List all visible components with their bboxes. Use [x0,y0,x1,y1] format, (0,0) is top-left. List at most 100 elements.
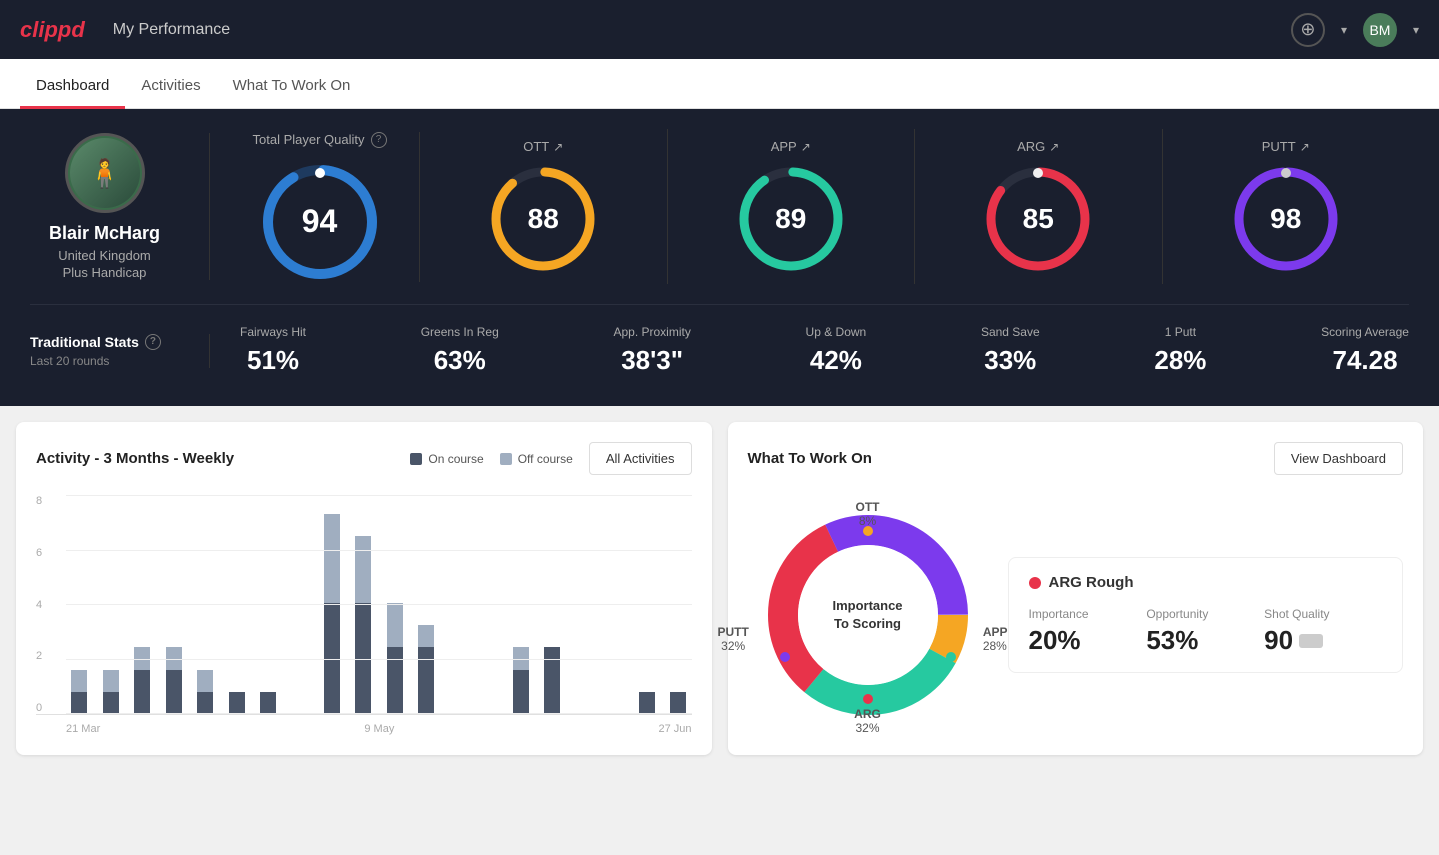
bar-group [539,495,566,714]
stat-scoring-value: 74.28 [1332,345,1397,376]
app-metric: APP ↗ 89 [668,129,916,284]
x-axis-labels: 21 Mar 9 May 27 Jun [36,723,692,735]
bar-on-course [197,692,213,714]
quality-section: Total Player Quality ? 94 OTT [210,129,1409,284]
bar-stack [229,692,245,714]
all-activities-button[interactable]: All Activities [589,442,692,475]
arg-shot-quality-label: Shot Quality [1264,607,1382,621]
activity-legend: On course Off course [410,452,573,466]
bar-group [66,495,93,714]
bar-on-course [134,670,150,714]
bar-group [507,495,534,714]
total-quality: Total Player Quality ? 94 [240,132,420,282]
bar-stack [544,647,560,714]
app-value: 89 [775,203,806,235]
bar-stack [260,692,276,714]
arg-opportunity: Opportunity 53% [1146,607,1264,656]
player-quality-row: 🧍 Blair McHarg United Kingdom Plus Handi… [30,129,1409,284]
bar-on-course [166,670,182,714]
avatar-dropdown-arrow[interactable]: ▾ [1413,23,1419,37]
bar-stack [197,670,213,714]
add-dropdown-arrow[interactable]: ▾ [1341,23,1347,37]
arg-rough-metrics: Importance 20% Opportunity 53% Shot Qual… [1029,607,1383,656]
putt-metric: PUTT ↗ 98 [1163,129,1410,284]
stat-fairways: Fairways Hit 51% [240,325,306,376]
total-quality-value: 94 [302,203,338,240]
view-dashboard-button[interactable]: View Dashboard [1274,442,1403,475]
stat-proximity: App. Proximity 38'3" [613,325,690,376]
activity-chart-title: Activity - 3 Months - Weekly [36,450,234,467]
total-quality-gauge: 94 [260,162,380,282]
tab-dashboard[interactable]: Dashboard [20,65,125,109]
bar-group [192,495,219,714]
arg-rough-card: ARG Rough Importance 20% Opportunity 53%… [1008,557,1404,673]
ott-trend: ↗ [553,140,563,154]
total-quality-help[interactable]: ? [371,132,387,148]
bar-off-course [355,536,371,603]
player-avatar: 🧍 [65,133,145,213]
bar-on-course [71,692,87,714]
bar-on-course [355,603,371,714]
arg-gauge: 85 [983,164,1093,274]
add-button[interactable]: ⊕ [1291,13,1325,47]
plus-icon: ⊕ [1300,19,1315,40]
bars-container [66,495,692,714]
bar-stack [355,536,371,714]
stat-greens-label: Greens In Reg [421,325,499,339]
logo-text: clippd [20,17,85,43]
header: clippd My Performance ⊕ ▾ BM ▾ [0,0,1439,59]
bar-group [350,495,377,714]
app-trend: ↗ [801,140,811,154]
avatar-image: 🧍 [70,138,140,208]
stat-scoring: Scoring Average 74.28 [1321,325,1409,376]
what-to-work-on-card: What To Work On View Dashboard [728,422,1424,755]
stat-proximity-label: App. Proximity [613,325,690,339]
bar-group [161,495,188,714]
bar-group [129,495,156,714]
tab-activities[interactable]: Activities [125,65,216,109]
bar-stack [418,625,434,714]
arg-label: ARG ↗ [1017,139,1059,154]
arg-rough-dot [1029,577,1041,589]
bar-off-course [197,670,213,692]
tab-what-to-work-on[interactable]: What To Work On [217,65,367,109]
bar-stack [324,514,340,714]
arg-shot-quality-value: 90 [1264,625,1382,656]
bar-on-course [229,692,245,714]
avatar[interactable]: BM [1363,13,1397,47]
ott-donut-label: OTT 8% [856,500,880,528]
arg-value: 85 [1023,203,1054,235]
bar-off-course [513,647,529,669]
legend-on-course-dot [410,453,422,465]
ott-label: OTT ↗ [523,139,563,154]
bar-on-course [260,692,276,714]
stat-oneputt-label: 1 Putt [1165,325,1196,339]
stats-banner: 🧍 Blair McHarg United Kingdom Plus Handi… [0,109,1439,406]
arg-importance: Importance 20% [1029,607,1147,656]
stat-sandsave: Sand Save 33% [981,325,1040,376]
stat-fairways-value: 51% [247,345,299,376]
stat-greens: Greens In Reg 63% [421,325,499,376]
app-donut-label: APP 28% [983,625,1008,653]
stat-oneputt-value: 28% [1154,345,1206,376]
activity-card-header: Activity - 3 Months - Weekly On course O… [36,442,692,475]
bottom-section: Activity - 3 Months - Weekly On course O… [0,406,1439,771]
bar-off-course [324,514,340,603]
trad-stats-subtitle: Last 20 rounds [30,354,179,368]
arg-metric: ARG ↗ 85 [915,129,1163,284]
arg-opportunity-label: Opportunity [1146,607,1264,621]
bar-off-course [418,625,434,647]
nav-tabs: Dashboard Activities What To Work On [0,59,1439,109]
putt-value: 98 [1270,203,1301,235]
bar-on-course [418,647,434,714]
arg-importance-label: Importance [1029,607,1147,621]
trad-stats-help[interactable]: ? [145,334,161,350]
bar-stack [639,692,655,714]
bar-group [287,495,314,714]
bar-on-course [513,670,529,714]
legend-on-course: On course [410,452,483,466]
bar-group [413,495,440,714]
header-title: My Performance [113,21,230,39]
bar-off-course [134,647,150,669]
activity-chart-wrapper: 0 2 4 6 8 21 Mar [36,495,692,735]
